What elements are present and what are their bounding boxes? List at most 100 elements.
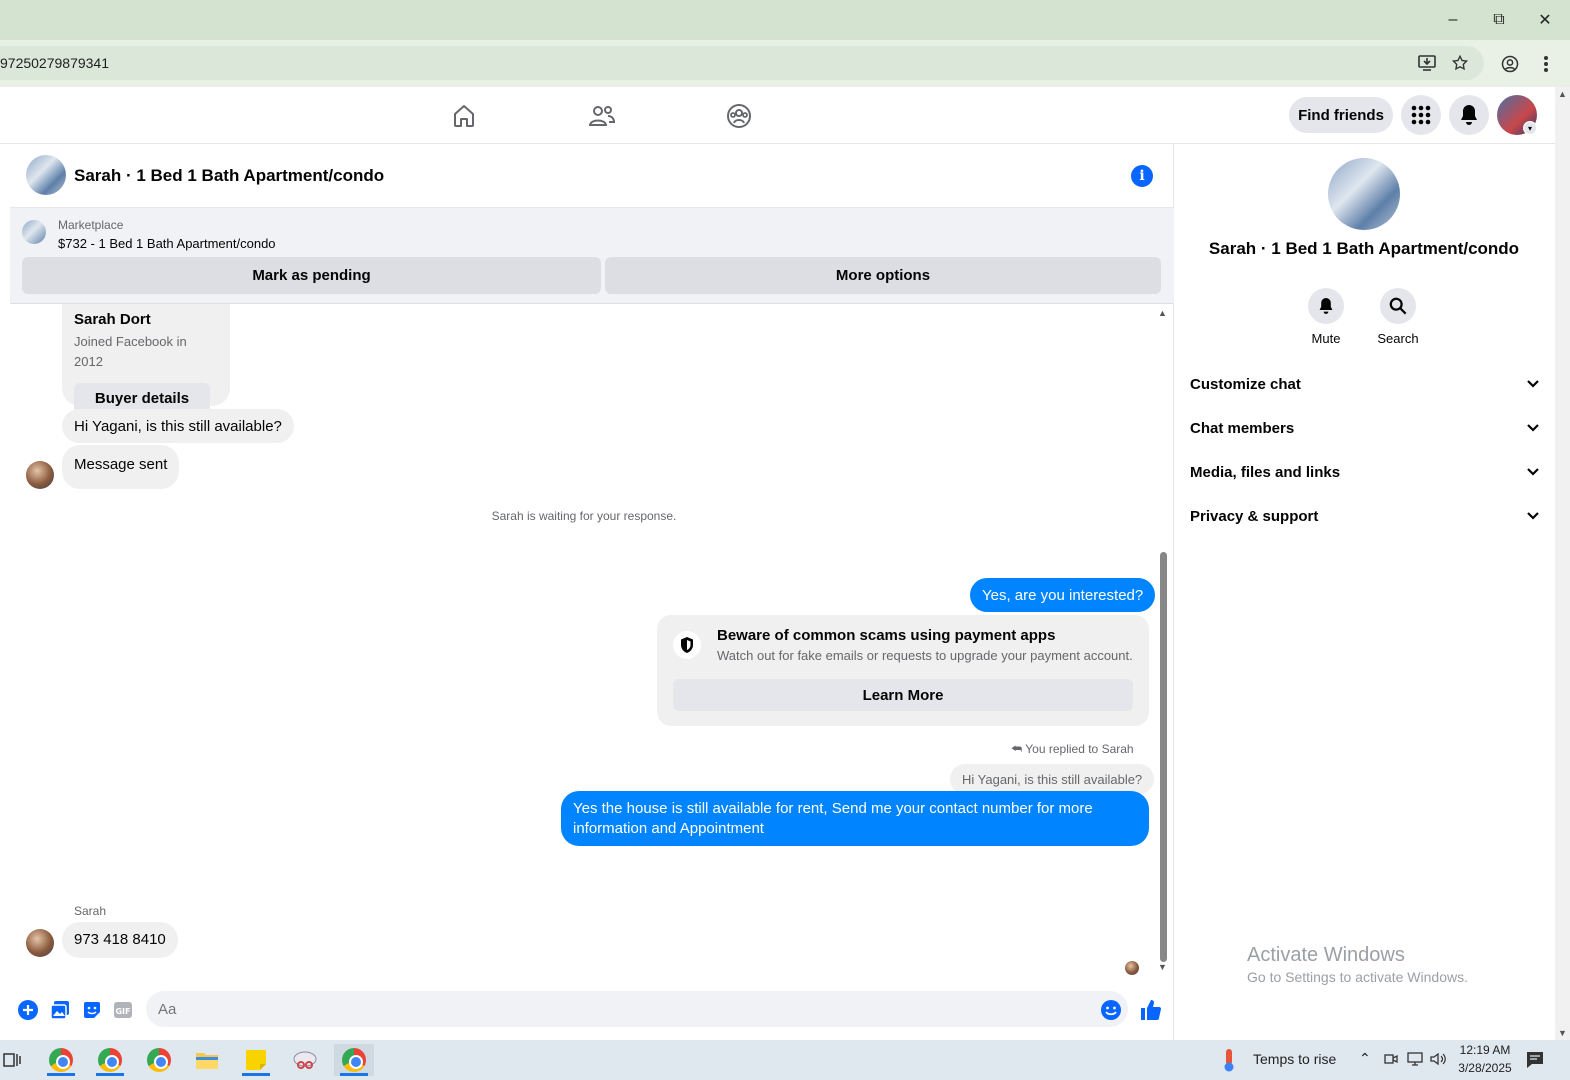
outgoing-message: Yes, are you interested? (970, 578, 1156, 612)
facebook-top-nav: Find friends ▾ (0, 87, 1555, 144)
activate-windows-watermark: Activate Windows Go to Settings to activ… (1247, 944, 1468, 985)
bell-icon[interactable] (1308, 288, 1344, 324)
buyer-card: Sarah Dort Joined Facebook in 2012 Buyer… (62, 304, 230, 415)
listing-thumbnail (22, 220, 46, 244)
restore-icon[interactable]: ⧉ (1484, 8, 1514, 32)
mark-as-pending-button[interactable]: Mark as pending (22, 257, 601, 294)
chevron-down-icon[interactable]: ▾ (1523, 121, 1537, 135)
sender-avatar[interactable] (26, 461, 54, 489)
svg-text:GIF: GIF (115, 1007, 130, 1016)
marketplace-bar: Marketplace $732 - 1 Bed 1 Bath Apartmen… (10, 208, 1174, 304)
photo-icon[interactable] (49, 999, 71, 1021)
chrome-profile-1-icon[interactable] (41, 1044, 81, 1076)
quoted-message[interactable]: Hi Yagani, is this still available? (950, 764, 1155, 794)
replied-to-text: You replied to Sarah (1025, 742, 1134, 756)
chevron-up-icon[interactable]: ⌃ (1359, 1050, 1371, 1067)
watermark-line2: Go to Settings to activate Windows. (1247, 969, 1468, 985)
sender-name: Sarah (74, 904, 107, 918)
thumbs-up-icon[interactable] (1140, 999, 1162, 1021)
minimize-icon[interactable]: – (1438, 8, 1468, 32)
network-icon[interactable] (1407, 1052, 1423, 1071)
scam-title: Beware of common scams using payment app… (717, 627, 1056, 644)
message-composer: GIF (10, 989, 1174, 1039)
groups-icon[interactable] (722, 99, 756, 133)
snipping-tool-icon[interactable] (285, 1044, 325, 1076)
mute-action[interactable]: Mute (1296, 288, 1356, 346)
customize-chat-row[interactable]: Customize chat (1190, 364, 1540, 404)
waiting-notice: Sarah is waiting for your response. (491, 509, 677, 523)
notification-center-icon[interactable] (1526, 1051, 1544, 1074)
install-app-icon[interactable] (1416, 52, 1438, 74)
chat-avatar[interactable] (26, 155, 66, 195)
friends-icon[interactable] (585, 99, 619, 133)
scroll-up-icon[interactable]: ▲ (1158, 308, 1170, 320)
find-friends-button[interactable]: Find friends (1289, 97, 1393, 133)
weather-text[interactable]: Temps to rise (1253, 1051, 1336, 1067)
listing-title[interactable]: $732 - 1 Bed 1 Bath Apartment/condo (58, 236, 276, 251)
omnibox[interactable]: 97250279879341 (0, 46, 1484, 80)
close-icon[interactable]: ✕ (1530, 8, 1560, 32)
clock-time[interactable]: 12:19 AM (1458, 1043, 1512, 1057)
panel-title: Sarah · 1 Bed 1 Bath Apartment/condo (1208, 239, 1520, 258)
sticker-icon[interactable] (81, 999, 103, 1021)
info-icon[interactable]: i (1131, 165, 1153, 187)
chat-panel: Sarah · 1 Bed 1 Bath Apartment/condo i M… (10, 144, 1174, 1040)
volume-icon[interactable] (1430, 1052, 1446, 1071)
chat-info-panel: Sarah · 1 Bed 1 Bath Apartment/condo Mut… (1175, 144, 1555, 1040)
meet-now-icon[interactable] (1384, 1052, 1398, 1071)
watermark-line1: Activate Windows (1247, 944, 1405, 966)
address-bar: 97250279879341 (0, 40, 1570, 87)
more-options-button[interactable]: More options (605, 257, 1161, 294)
scroll-up-icon[interactable]: ▲ (1558, 89, 1567, 99)
thermometer-icon[interactable] (1222, 1048, 1236, 1077)
shield-icon (673, 631, 701, 659)
browser-menu-icon[interactable] (1535, 53, 1557, 75)
sender-avatar[interactable] (26, 929, 54, 957)
chrome-profile-3-icon[interactable] (334, 1044, 374, 1076)
emoji-icon[interactable] (1100, 999, 1122, 1021)
seen-receipt-avatar (1125, 961, 1139, 975)
windows-taskbar: Temps to rise ⌃ 12:19 AM 3/28/2025 (0, 1040, 1570, 1080)
row-label: Media, files and links (1190, 463, 1341, 481)
task-view-icon[interactable] (0, 1044, 32, 1076)
media-files-links-row[interactable]: Media, files and links (1190, 452, 1540, 492)
chrome-profile-2-icon[interactable] (90, 1044, 130, 1076)
incoming-message: 973 418 8410 (62, 922, 178, 958)
search-icon[interactable] (1380, 288, 1416, 324)
menu-grid-icon[interactable] (1401, 95, 1441, 135)
chevron-down-icon (1526, 508, 1540, 525)
notifications-bell-icon[interactable] (1449, 95, 1489, 135)
privacy-support-row[interactable]: Privacy & support (1190, 496, 1540, 536)
chrome-icon[interactable] (139, 1044, 179, 1076)
browser-titlebar: – ⧉ ✕ (0, 0, 1570, 40)
scroll-down-icon[interactable]: ▼ (1158, 962, 1170, 974)
outgoing-message: Yes the house is still available for ren… (561, 791, 1149, 846)
message-input[interactable] (146, 991, 1128, 1027)
search-action[interactable]: Search (1368, 288, 1428, 346)
gif-icon[interactable]: GIF (112, 999, 134, 1021)
page-scrollbar[interactable]: ▲ ▼ (1555, 87, 1570, 1040)
bookmark-star-icon[interactable] (1449, 52, 1471, 74)
chat-members-row[interactable]: Chat members (1190, 408, 1540, 448)
chat-avatar-large[interactable] (1328, 158, 1400, 230)
learn-more-button[interactable]: Learn More (673, 679, 1133, 711)
incoming-message: Hi Yagani, is this still available? (62, 409, 294, 443)
chevron-down-icon (1526, 376, 1540, 393)
scroll-down-icon[interactable]: ▼ (1558, 1028, 1567, 1038)
clock-date[interactable]: 3/28/2025 (1456, 1061, 1514, 1075)
account-icon[interactable] (1499, 53, 1521, 75)
search-label: Search (1377, 331, 1419, 346)
buyer-joined: Joined Facebook in 2012 (74, 334, 187, 369)
mute-label: Mute (1311, 331, 1341, 346)
marketplace-label: Marketplace (58, 218, 124, 232)
plus-icon[interactable] (17, 999, 39, 1021)
file-explorer-icon[interactable] (187, 1044, 227, 1076)
home-icon[interactable] (447, 99, 481, 133)
url-text[interactable]: 97250279879341 (0, 55, 109, 71)
chevron-down-icon (1526, 464, 1540, 481)
chat-scrollbar-thumb[interactable] (1160, 552, 1167, 962)
sticky-notes-icon[interactable] (236, 1044, 276, 1076)
row-label: Customize chat (1190, 375, 1301, 393)
chat-title[interactable]: Sarah · 1 Bed 1 Bath Apartment/condo (74, 166, 384, 186)
incoming-message: Message sent (62, 445, 180, 489)
